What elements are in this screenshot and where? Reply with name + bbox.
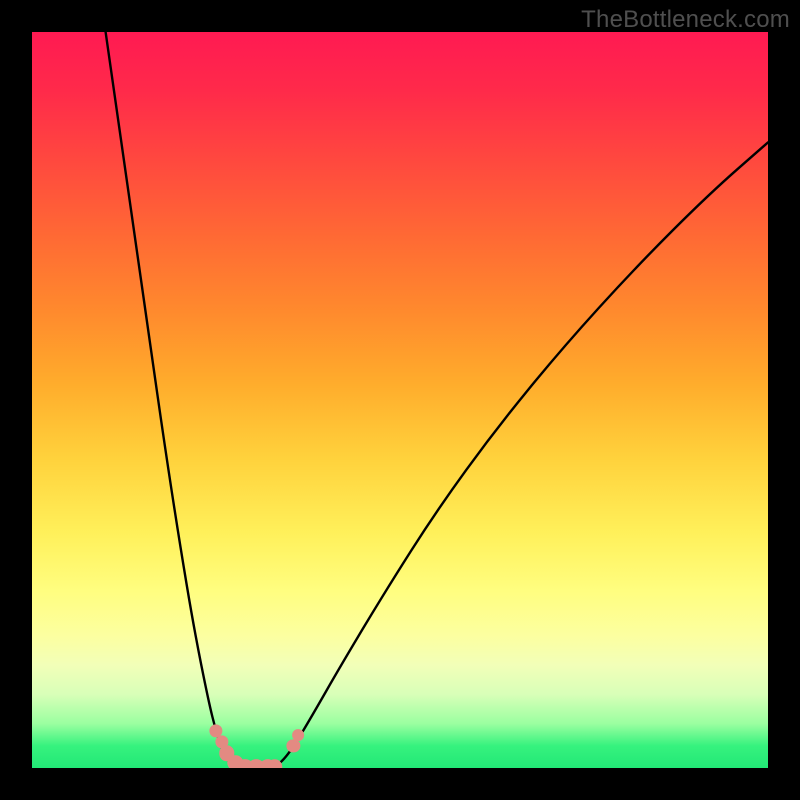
plot-area — [32, 32, 768, 768]
chart-frame: TheBottleneck.com — [0, 0, 800, 800]
watermark-text: TheBottleneck.com — [581, 6, 790, 34]
bottleneck-curve — [32, 32, 768, 768]
data-marker — [293, 729, 305, 741]
curve-path — [106, 32, 768, 768]
